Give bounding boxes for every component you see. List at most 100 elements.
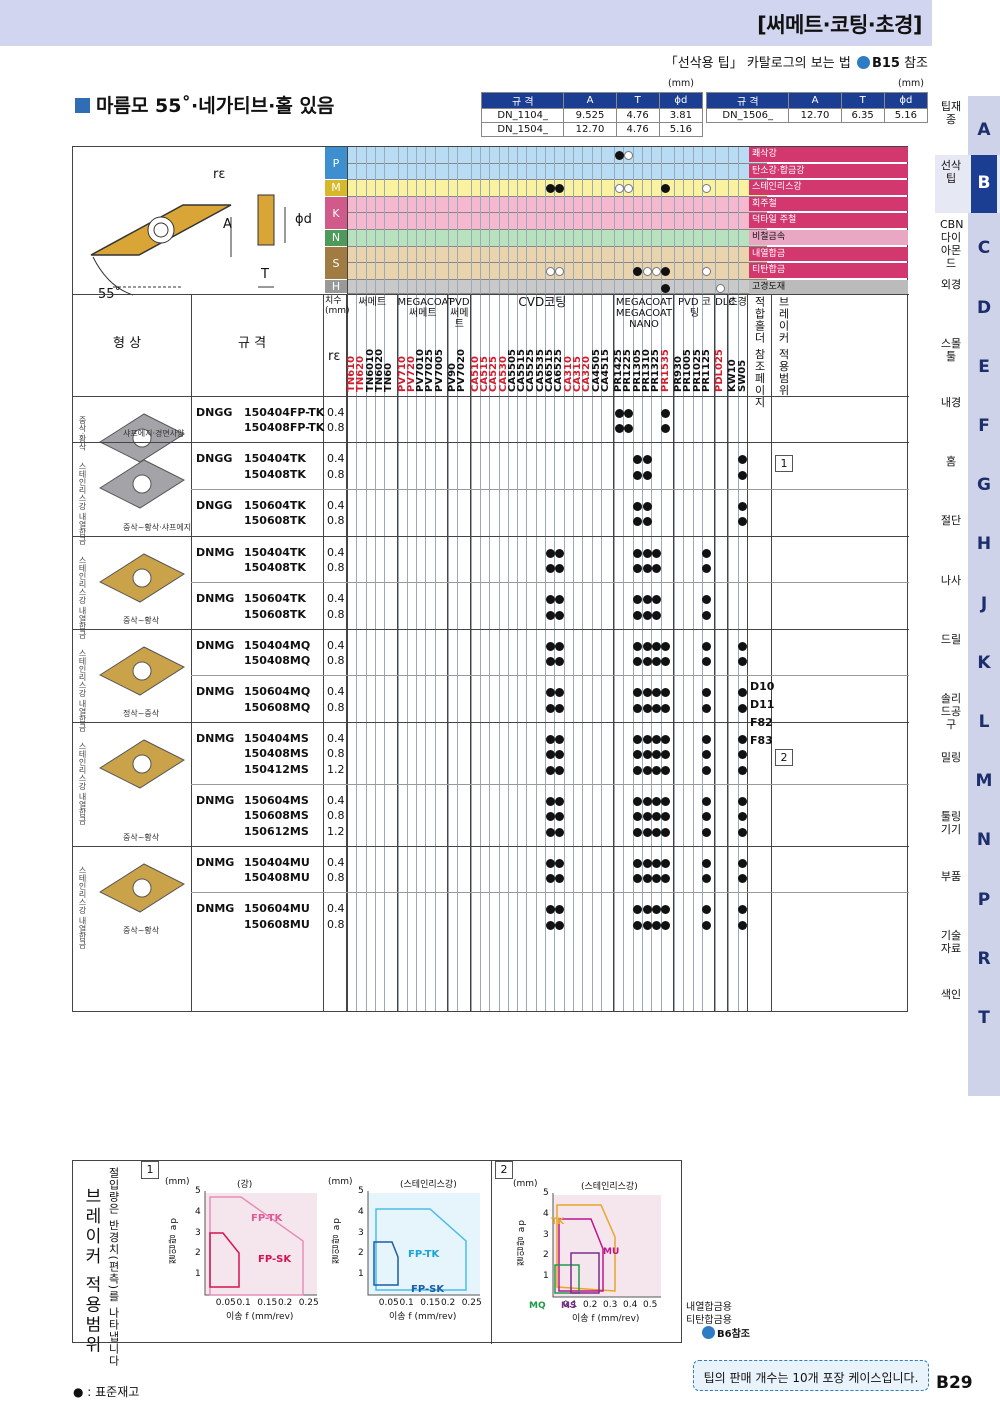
group-side-label: 스테인리스강 내열합금 — [78, 462, 87, 545]
tab-letter: E — [978, 356, 990, 377]
tab-e[interactable]: 스몰툴 E — [935, 333, 1000, 391]
nose-radius: 0.4 — [327, 545, 345, 559]
grade-col-line — [600, 147, 602, 1011]
breaker-ref-box[interactable]: 1 — [775, 455, 793, 472]
tab-p[interactable]: 부품 P — [935, 866, 1000, 924]
grade-group-sep — [714, 293, 716, 1011]
nose-radius: 0.4 — [327, 855, 345, 869]
insert-code: 150408MU — [244, 871, 310, 885]
x-tick: 0.15 — [420, 1298, 441, 1308]
catalog-ref-page[interactable]: B15 — [872, 56, 900, 71]
stock-dot — [614, 408, 624, 418]
stock-dot — [545, 563, 555, 573]
grade-col-line — [457, 147, 459, 1011]
tab-j[interactable]: 나사 J — [935, 570, 1000, 628]
stock-dot — [702, 874, 712, 884]
breaker-range-panel: 브레이커 적용범위 절입량은 반경치(편측)를 나타냅니다 1 2 (mm) (강) 1 2 3… — [72, 1160, 682, 1367]
tab-n[interactable]: 툴링기기 N — [935, 806, 1000, 864]
tab-letter: L — [978, 712, 990, 732]
x-axis-label: 이송 f (mm/rev) — [389, 1312, 457, 1322]
spec-cell: 3.81 — [658, 108, 704, 123]
nose-radius: 0.8 — [327, 421, 345, 435]
stock-dot — [738, 502, 748, 511]
tab-letter: N — [976, 830, 992, 851]
grade-group-sep — [396, 293, 398, 1011]
stock-dot — [623, 424, 633, 434]
tab-d[interactable]: 외경 D — [935, 274, 1000, 332]
material-code-m: M — [325, 180, 347, 197]
grade-col-line — [582, 147, 584, 1011]
material-code-n: N — [325, 230, 347, 247]
stock-dot — [702, 657, 712, 667]
tab-h[interactable]: 절단 H — [935, 510, 1000, 568]
spec-cell: 5.16 — [883, 108, 929, 123]
tab-a[interactable]: 팁재종 A — [935, 96, 1000, 154]
catalog-ref-text: 「선삭용 팁」 카탈로그의 보는 법 — [664, 56, 851, 71]
nose-radius: 0.8 — [327, 747, 345, 761]
material-rating-mark — [614, 151, 624, 160]
spec-cell: 4.76 — [615, 108, 660, 123]
holder-page-ref[interactable]: D10 — [750, 680, 774, 693]
tab-g[interactable]: 홈G — [935, 451, 1000, 509]
tab-label: 선삭팁 — [940, 159, 962, 186]
holder-page-ref[interactable]: D11 — [750, 698, 774, 711]
spec-header-cell: 규 격 — [480, 92, 565, 109]
tab-t[interactable]: 색인 T — [935, 984, 1000, 1042]
tab-f[interactable]: 내경 F — [935, 392, 1000, 450]
breaker-ref-box[interactable]: 2 — [775, 749, 793, 766]
tab-letter: K — [977, 652, 991, 673]
stock-dot — [661, 641, 671, 651]
stock-dot — [651, 688, 661, 698]
stock-dot — [642, 610, 652, 620]
stock-dot — [633, 858, 643, 868]
stock-dot — [642, 735, 652, 744]
stock-dot — [633, 517, 643, 527]
material-band — [347, 213, 767, 230]
arrow-circle-icon — [702, 1326, 715, 1339]
stock-dot — [661, 905, 671, 915]
stock-dot — [702, 858, 712, 868]
group-side-label: 스테인리스강 내열합금 — [78, 648, 87, 732]
tab-c[interactable]: CBN다이아몬드 C — [935, 214, 1000, 272]
insert-code: 150604MS — [244, 793, 309, 807]
group-caption: 중삭~황삭 — [123, 615, 160, 625]
insert-image — [98, 734, 186, 794]
stock-dot — [651, 796, 661, 806]
tab-m[interactable]: 밀링 M — [935, 747, 1000, 805]
col-sep — [323, 293, 324, 1011]
ref-note-link[interactable]: B6참조 — [700, 1325, 750, 1340]
spec-cell: 4.76 — [615, 122, 660, 137]
x-tick: 0.2 — [277, 1298, 293, 1308]
insert-code: 150604TK — [244, 499, 306, 512]
tab-l[interactable]: 솔리드공구 L — [935, 688, 1000, 746]
y-tick: 3 — [543, 1229, 549, 1240]
row-line — [191, 783, 909, 785]
stock-dot — [738, 470, 748, 480]
insert-type: DNGG — [196, 405, 233, 419]
tab-r[interactable]: 기술자료 R — [935, 925, 1000, 983]
insert-code: 150404TK — [244, 452, 306, 466]
stock-dot — [702, 765, 712, 775]
material-rating-mark — [623, 151, 633, 160]
spec-heading: 규 격 — [238, 335, 267, 351]
grade-col-line — [434, 147, 436, 1011]
stock-dot — [661, 408, 671, 418]
holder-page-ref[interactable]: F82 — [750, 716, 773, 729]
y-tick: 2 — [195, 1248, 201, 1259]
tab-b[interactable]: 선삭팁 B — [935, 155, 1000, 214]
stock-dot — [642, 548, 652, 558]
holder-page-ref[interactable]: F83 — [750, 734, 773, 747]
row-line — [191, 582, 909, 584]
insert-type: DNMG — [196, 855, 235, 869]
stock-dot — [738, 735, 748, 744]
diagram-label: T — [261, 267, 269, 282]
breaker-range-heading: 브레이커 적용범위 — [777, 295, 790, 397]
stock-dot — [545, 858, 555, 868]
tab-k[interactable]: 드릴 K — [935, 629, 1000, 687]
stock-dot — [642, 703, 652, 713]
stock-dot — [738, 517, 748, 527]
group-caption: 중삭~황삭·샤프에지 — [123, 522, 192, 532]
tab-label: 팁재종 — [940, 100, 962, 126]
stock-dot — [554, 796, 564, 806]
x-tick: 0.05 — [378, 1298, 399, 1308]
